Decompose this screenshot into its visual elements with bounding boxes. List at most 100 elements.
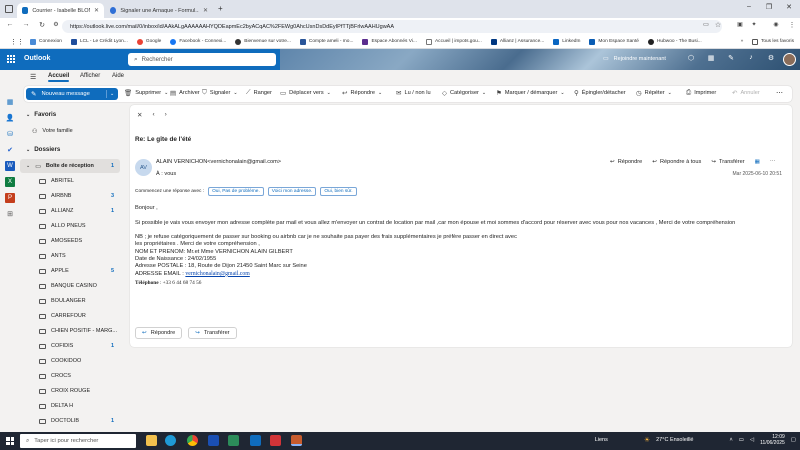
sidebar-item-folder[interactable]: COFIDIS 1 [20,339,120,353]
puzzle-icon[interactable]: ✦ [748,21,760,28]
new-message-button[interactable]: ✎ Nouveau message ⌄ [26,88,118,100]
sidebar-item-folder[interactable]: CARREFOUR [20,309,120,323]
browser-tab-outlook[interactable]: Courrier - Isabelle BLONDEL - O ✕ [17,3,104,18]
chrome-icon[interactable] [187,435,198,446]
calendar-icon[interactable]: ▦ [5,97,15,107]
back-icon[interactable]: ← [4,21,16,28]
chevron-down-icon[interactable]: › [165,111,167,119]
apps-icon[interactable]: ⊞ [5,209,15,219]
tips-icon[interactable]: ✎ [726,54,736,62]
volume-icon[interactable]: ◁ [750,437,754,443]
taskbar-search[interactable]: ⌕ Taper ici pour rechercher [20,434,136,448]
sidebar-item-folder[interactable]: ABRITEL [20,174,120,188]
reply-button[interactable]: ↩ Répondre ⌄ [342,89,382,97]
bookmark-item[interactable]: Espace Abonnés Vi... [362,38,417,45]
hamburger-icon[interactable]: ☰ [30,73,36,81]
sidebar-item-folder[interactable]: AMOSEEDS [20,234,120,248]
forward-icon[interactable]: → [20,21,32,28]
sidebar-item-inbox[interactable]: ⌄ ▭ Boîte de réception 1 [20,159,120,173]
outlook-app-icon[interactable] [250,435,261,446]
more-icon[interactable]: ⋯ [770,159,776,165]
sidebar-item-folder[interactable]: CROIX ROUGE [20,384,120,398]
categorize-button[interactable]: ◇ Catégoriser ⌄ [442,89,486,97]
bottom-forward-button[interactable]: ↪ Transférer [188,327,237,339]
gear-icon[interactable]: ⚙ [766,54,776,62]
close-icon[interactable]: ✕ [94,7,99,14]
links-toolbar[interactable]: Liens [595,437,608,443]
browser-tab-signaler[interactable]: Signaler une Arnaque - Formul... ✕ [105,3,213,18]
favorite-item[interactable]: ⚇ Votre famille [20,124,120,138]
word-icon[interactable]: W [5,161,15,171]
sidebar-item-folder[interactable]: BOULANGER [20,294,120,308]
maximize-icon[interactable]: ❐ [760,3,778,11]
delete-button[interactable]: 🗑 Supprimer ⌄ [124,89,168,97]
all-bookmarks[interactable]: » Tous les favoris [741,38,794,45]
bookmark-item[interactable]: LCL - Le Crédit Lyon... [70,38,128,45]
bottom-reply-button[interactable]: ↩ Répondre [135,327,183,339]
sidebar-item-folder[interactable]: CHIEN POSITIF - MARG... [20,324,120,338]
print-button[interactable]: ⎙ Imprimer [686,89,716,97]
clock[interactable]: 12:09 11/06/2025 [760,434,785,446]
bell-icon[interactable]: ♪ [746,54,756,61]
reply-button[interactable]: ↩ Répondre [610,159,642,165]
suggested-reply-button[interactable]: Voici mon adresse. [267,187,317,196]
move-to-button[interactable]: ▭ Déplacer vers ⌄ [280,89,331,97]
bookmark-item[interactable]: Google [136,38,161,45]
security-app-icon[interactable] [208,435,219,446]
file-explorer-icon[interactable] [146,435,157,446]
favorites-header[interactable]: ⌄ Favoris [26,111,56,118]
meet-now-button[interactable]: ▭ Rejoindre maintenant [603,55,666,63]
windows-start-icon[interactable] [6,437,14,445]
sidebar-item-folder[interactable]: ALLO PNEUS [20,219,120,233]
bookmark-item[interactable]: Compte ameli - mo... [299,38,353,45]
notification-icon[interactable]: ▢ [791,437,796,443]
tab-aide[interactable]: Aide [112,73,124,79]
archive-button[interactable]: ▤ Archiver [170,89,200,97]
app-icon[interactable] [228,435,239,446]
bookmark-item[interactable]: Accueil | impots.gou... [425,38,482,45]
pin-button[interactable]: ⚲ Épingler/détacher [574,89,626,97]
sidebar-item-folder[interactable]: DELTA H [20,399,120,413]
close-window-icon[interactable]: ✕ [780,3,798,11]
url-bar[interactable]: https://outlook.live.com/mail/0/inbox/id… [62,20,722,33]
sidebar-item-folder[interactable]: ALLIANZ 1 [20,204,120,218]
browser-menu-icon[interactable] [5,5,13,13]
bookmark-item[interactable]: Bienvenue sur votre... [235,38,291,45]
chevron-up-icon[interactable]: ‹ [152,111,154,119]
avatar[interactable] [783,53,796,66]
sidebar-item-folder[interactable]: AIRBNB 3 [20,189,120,203]
site-info-icon[interactable]: ⚙ [50,21,62,28]
app-icon[interactable] [291,435,302,446]
sweep-button[interactable]: ⟋ Ranger [246,89,272,97]
more-actions-icon[interactable]: ⋯ [776,89,783,97]
extensions-icon[interactable]: ▣ [734,21,746,28]
search-box[interactable]: ⌕ Rechercher [128,53,276,66]
bookmark-item[interactable]: Mon Espace Santé [589,38,639,45]
bookmark-item[interactable]: Facebook - Connexi... [170,38,226,45]
forward-button[interactable]: ↪ Transférer [711,159,744,165]
email-link[interactable]: vernichonalain@gmail.com [185,271,249,277]
search-input[interactable]: Rechercher [142,57,173,63]
people-icon[interactable]: 👤 [5,113,15,123]
reload-icon[interactable]: ↻ [36,21,48,29]
more-icon[interactable]: ⋮ [786,21,798,29]
snooze-button[interactable]: ◷ Répéter ⌄ [636,89,672,97]
new-tab-button[interactable]: + [218,4,223,13]
todo-icon[interactable]: ✔ [5,145,15,155]
app-launcher-icon[interactable] [7,55,15,63]
taskbar-search-input[interactable]: Taper ici pour rechercher [34,438,98,444]
weather-text[interactable]: 27°C Ensoleillé [656,437,693,443]
sender-avatar[interactable]: AV [135,159,152,176]
bookmark-item[interactable]: LinkedIn [553,38,580,45]
bookmark-item[interactable]: Hubwoo - The Busi... [647,38,702,45]
immersive-reader-icon[interactable]: ▦ [755,159,760,165]
close-icon[interactable]: ✕ [203,7,208,14]
tab-accueil[interactable]: Accueil [48,73,70,82]
teams-icon[interactable]: ⬡ [686,54,696,62]
sidebar-item-folder[interactable]: CROCS [20,369,120,383]
excel-icon[interactable]: X [5,177,15,187]
sidebar-item-folder[interactable]: COOKIDOO [20,354,120,368]
groups-icon[interactable]: ⛁ [5,129,15,139]
calendar-day-icon[interactable]: ▦ [706,54,716,62]
sender-name[interactable]: ALAIN VERNICHON<vernichonalain@gmail.com… [156,159,281,165]
